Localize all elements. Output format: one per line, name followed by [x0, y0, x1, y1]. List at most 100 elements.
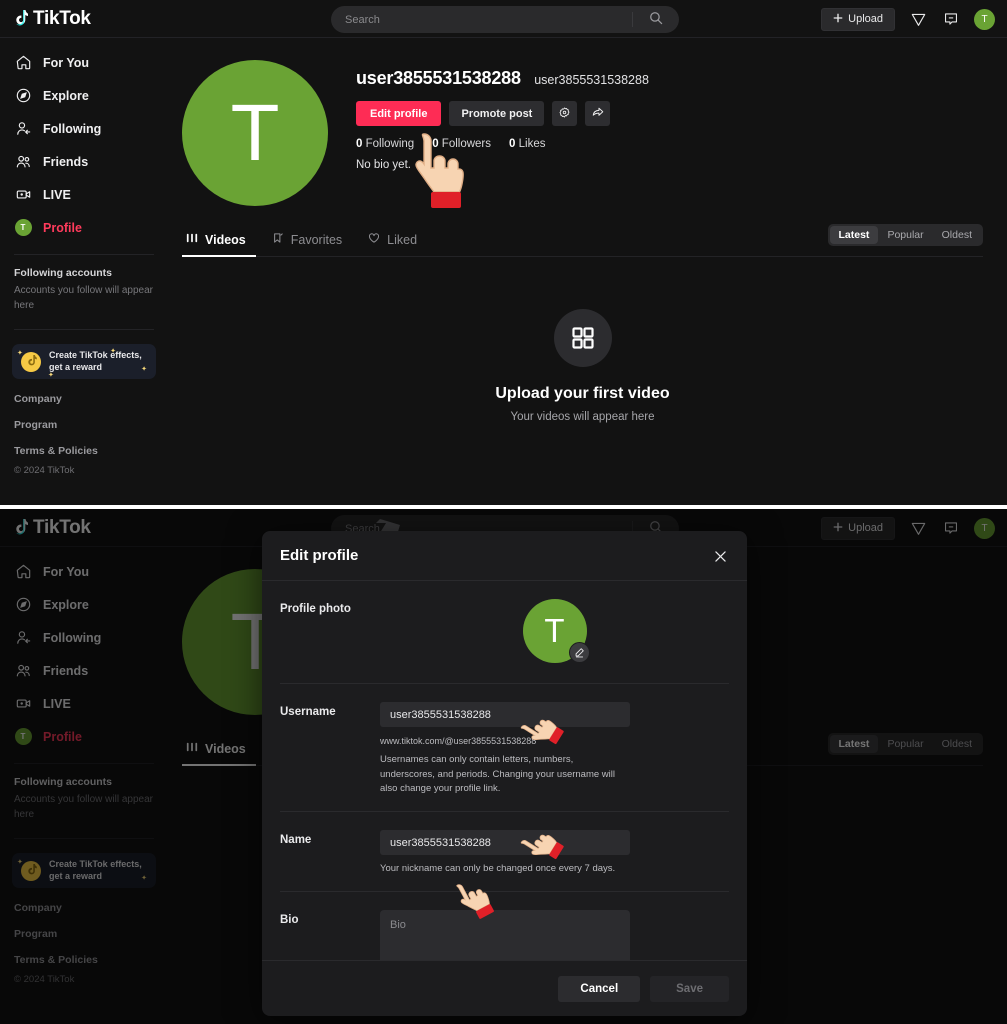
bio-textarea[interactable] [380, 909, 630, 960]
empty-state: Upload your first video Your videos will… [182, 309, 983, 423]
profile-handle: user3855531538288 [534, 73, 649, 87]
profile-photo-field: T [380, 599, 729, 669]
following-accounts-title-2: Following accounts [14, 776, 113, 788]
sidebar-item-for-you-2[interactable]: For You [0, 555, 168, 588]
settings-button[interactable] [552, 101, 578, 126]
upload-button[interactable]: Upload [821, 7, 895, 31]
sidebar-item-friends[interactable]: Friends [0, 145, 168, 178]
profile-display-name: user3855531538288 [356, 68, 521, 88]
tab-liked[interactable]: Liked [364, 232, 439, 256]
username-row: Username www.tiktok.com/@user38555315382… [280, 684, 729, 813]
home-icon [14, 54, 32, 72]
sidebar-link-terms-2[interactable]: Terms & Policies [0, 940, 168, 966]
username-hint: Usernames can only contain letters, numb… [380, 754, 615, 795]
sort-oldest-2[interactable]: Oldest [933, 735, 981, 753]
message-bubble-icon[interactable] [941, 9, 961, 29]
tab-favorites[interactable]: Favorites [268, 232, 364, 256]
profile-stats: 0 Following 0 Followers 0 Likes [356, 138, 983, 150]
search-input[interactable] [331, 13, 632, 26]
tiktok-logo[interactable]: TikTok [12, 8, 172, 30]
tab-label: Videos [205, 741, 246, 756]
profile-info: user3855531538288 user3855531538288 Edit… [356, 60, 983, 206]
sidebar-divider-4 [14, 838, 154, 839]
screenshot-root: TikTok Search Upload T For You Explore F… [0, 0, 1007, 1024]
profile-avatar[interactable]: T [182, 60, 328, 206]
stat-following[interactable]: 0 Following [356, 138, 414, 150]
create-effects-banner-2[interactable]: ✦ ✦ Create TikTok effects, get a reward [12, 853, 156, 888]
sort-toggle-group: Latest Popular Oldest [827, 224, 983, 246]
header-avatar-2[interactable]: T [974, 517, 995, 539]
profile-header: T user3855531538288 user3855531538288 Ed… [182, 60, 983, 206]
search-button[interactable] [633, 6, 679, 33]
sidebar-label: For You [43, 55, 90, 70]
sidebar-label: Friends [43, 663, 89, 678]
sidebar-item-profile-2[interactable]: T Profile [0, 720, 168, 753]
create-effects-banner[interactable]: ✦ ✦ ✦ ✦ Create TikTok effects, get a rew… [12, 344, 156, 379]
profile-bio: No bio yet. [356, 159, 411, 171]
create-effects-text: Create TikTok effects, get a reward [49, 350, 142, 373]
sidebar-avatar: T [14, 219, 32, 236]
sort-latest-2[interactable]: Latest [829, 735, 879, 753]
tab-videos-2[interactable]: Videos [182, 741, 268, 766]
sort-latest[interactable]: Latest [829, 226, 879, 244]
empty-state-subtitle: Your videos will appear here [510, 411, 655, 423]
sidebar-label: Following [43, 630, 102, 645]
sidebar-item-live[interactable]: LIVE [0, 178, 168, 211]
tab-videos[interactable]: Videos [182, 232, 268, 257]
plus-icon [833, 13, 843, 26]
header-avatar-initial: T [981, 13, 988, 25]
empty-state-title: Upload your first video [495, 385, 670, 402]
close-icon[interactable] [709, 545, 731, 567]
sort-popular-2[interactable]: Popular [878, 735, 932, 753]
avatar-icon: T [14, 219, 32, 237]
live-video-icon [14, 695, 32, 713]
bookmark-icon [272, 232, 284, 247]
stat-following-count: 0 [356, 138, 363, 150]
search-bar[interactable] [331, 6, 679, 33]
header-avatar[interactable]: T [974, 8, 995, 30]
stat-likes[interactable]: 0 Likes [509, 138, 545, 150]
send-plane-icon[interactable] [908, 9, 928, 29]
sidebar-item-following[interactable]: Following [0, 112, 168, 145]
edit-profile-button[interactable]: Edit profile [356, 101, 442, 126]
sidebar-item-following-2[interactable]: Following [0, 621, 168, 654]
header-avatar-initial: T [981, 522, 988, 534]
sidebar-link-company[interactable]: Company [0, 379, 168, 405]
copyright-text-2: © 2024 TikTok [14, 974, 75, 985]
stat-followers[interactable]: 0 Followers [432, 138, 491, 150]
profile-action-buttons: Edit profile Promote post [356, 101, 983, 126]
cancel-button[interactable]: Cancel [558, 975, 641, 1002]
bio-field-group: 0/80 [380, 909, 729, 960]
profile-photo-widget[interactable]: T [522, 599, 590, 663]
sidebar-link-terms[interactable]: Terms & Policies [0, 431, 168, 457]
username-input[interactable] [380, 702, 630, 727]
gold-note-coin-icon [21, 860, 41, 881]
tiktok-app-top-panel: TikTok Search Upload T For You Explore F… [0, 0, 1007, 505]
sort-popular[interactable]: Popular [878, 226, 932, 244]
sidebar-item-explore[interactable]: Explore [0, 79, 168, 112]
send-plane-icon[interactable] [908, 518, 928, 538]
sidebar-item-for-you[interactable]: For You [0, 46, 168, 79]
sidebar-item-live-2[interactable]: LIVE [0, 687, 168, 720]
sidebar-link-company-2[interactable]: Company [0, 888, 168, 914]
videos-grid-icon [186, 232, 198, 247]
name-label: Name [280, 834, 312, 847]
sidebar-item-profile[interactable]: T Profile [0, 211, 168, 244]
sparkle-icon: ✦ [17, 350, 23, 357]
share-button[interactable] [585, 101, 611, 126]
promote-post-button[interactable]: Promote post [449, 101, 545, 126]
pencil-icon[interactable] [568, 642, 590, 663]
sidebar-link-program-2[interactable]: Program [0, 914, 168, 940]
sidebar-link-program[interactable]: Program [0, 405, 168, 431]
message-bubble-icon[interactable] [941, 518, 961, 538]
sidebar-item-friends-2[interactable]: Friends [0, 654, 168, 687]
sidebar-label: Following [43, 121, 102, 136]
upload-button-2[interactable]: Upload [821, 516, 895, 540]
sort-oldest[interactable]: Oldest [933, 226, 981, 244]
name-input[interactable] [380, 830, 630, 856]
tiktok-logo-2[interactable]: TikTok [12, 517, 172, 539]
following-accounts-empty-text: Accounts you follow will appear here [14, 285, 153, 311]
sidebar-item-explore-2[interactable]: Explore [0, 588, 168, 621]
share-arrow-icon [591, 105, 605, 122]
home-icon [14, 563, 32, 581]
